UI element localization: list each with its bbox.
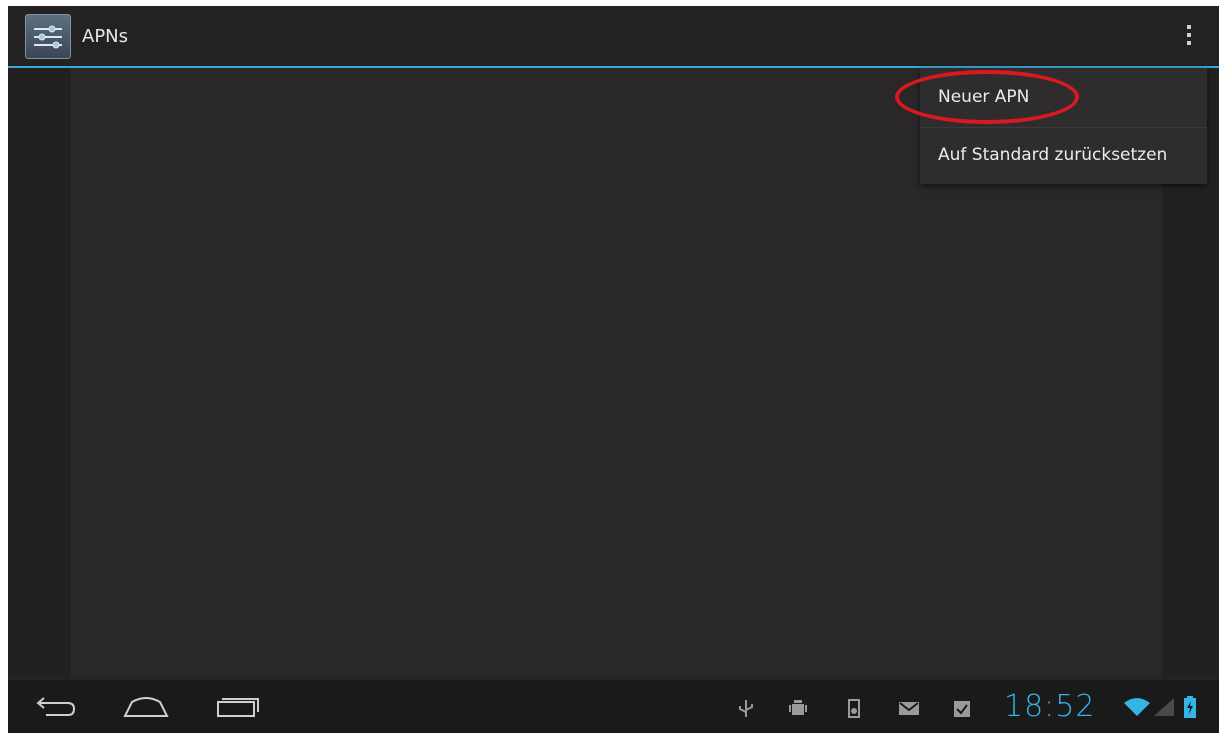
left-margin [8,68,69,678]
overflow-menu: Neuer APN Auf Standard zurücksetzen [920,68,1207,184]
system-bar: 18:52 [8,680,1219,733]
menu-item-reset-default[interactable]: Auf Standard zurücksetzen [920,127,1207,181]
back-icon[interactable] [30,690,82,724]
signal-icon [1152,696,1176,718]
battery-icon [1182,695,1198,718]
email-icon [897,697,919,719]
settings-sliders-icon[interactable] [25,14,71,59]
recent-apps-icon[interactable] [210,690,262,724]
tablet-screen: APNs Neuer APN Auf Standard zurücksetzen [8,6,1219,733]
wifi-icon [1122,696,1152,718]
android-debug-icon [787,697,809,719]
menu-item-new-apn[interactable]: Neuer APN [920,70,1207,124]
clipboard-check-icon [951,697,973,719]
usb-icon [735,697,757,719]
page-title: APNs [82,26,129,47]
home-icon[interactable] [120,690,172,724]
clock: 18:52 [1004,689,1096,724]
overflow-menu-icon[interactable] [1179,21,1199,53]
action-bar: APNs [8,6,1219,68]
sd-card-icon [843,697,865,719]
